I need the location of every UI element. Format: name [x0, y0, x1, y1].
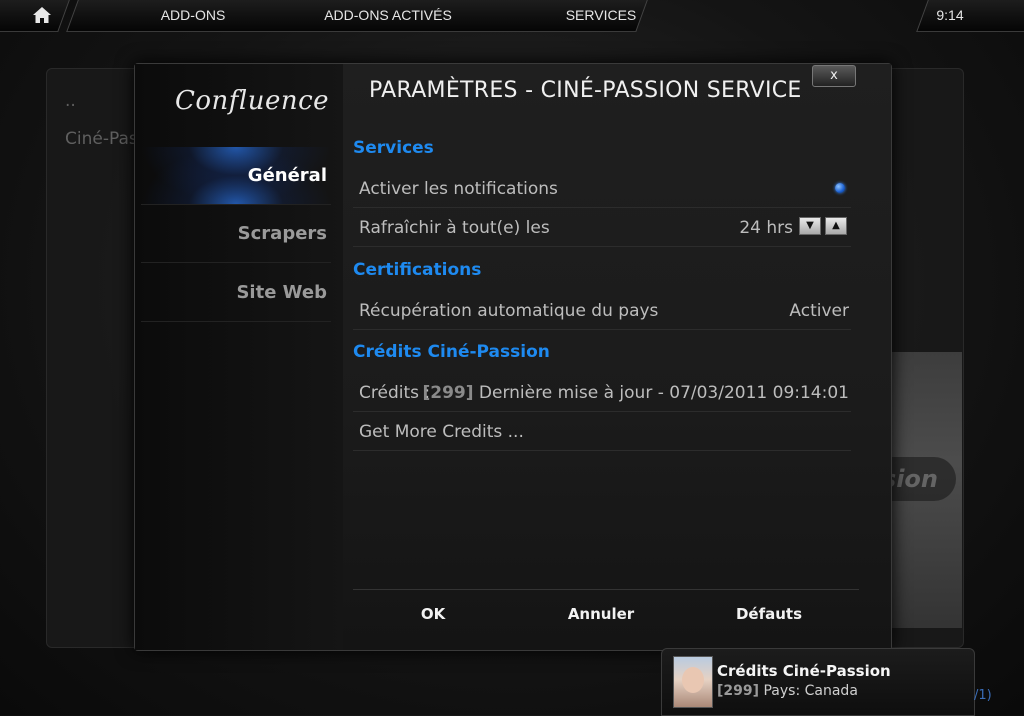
top-bar: ADD-ONS ADD-ONS ACTIVÉS SERVICES 9:14: [0, 0, 1024, 32]
category-scrapers[interactable]: Scrapers: [141, 205, 331, 263]
setting-auto-country-label: Récupération automatique du pays: [359, 301, 659, 321]
radio-on-icon[interactable]: [835, 183, 845, 193]
notification-avatar: [673, 656, 713, 708]
confluence-logo: Confluence: [175, 86, 330, 116]
dialog-title: PARAMÈTRES - CINÉ-PASSION SERVICE: [369, 78, 802, 103]
setting-refresh-label: Rafraîchir à tout(e) les: [359, 218, 550, 238]
setting-credits[interactable]: Crédits : [299] Dernière mise à jour - 0…: [353, 374, 851, 412]
credits-label: Crédits :: [359, 383, 431, 403]
defaults-button[interactable]: Défauts: [694, 605, 844, 629]
setting-refresh[interactable]: Rafraîchir à tout(e) les 24 hrs ▼ ▲: [353, 209, 851, 247]
category-sidebar: Confluence Général Scrapers Site Web: [135, 64, 343, 650]
notification-title: Crédits Ciné-Passion: [717, 662, 891, 680]
setting-more-credits[interactable]: Get More Credits ...: [353, 413, 851, 451]
category-general[interactable]: Général: [141, 147, 331, 205]
cancel-button[interactable]: Annuler: [526, 605, 676, 629]
breadcrumb-addons[interactable]: ADD-ONS: [150, 0, 236, 31]
home-icon[interactable]: [32, 6, 52, 24]
setting-auto-country[interactable]: Récupération automatique du pays Activer: [353, 292, 851, 330]
close-button[interactable]: x: [812, 65, 856, 87]
setting-notifications[interactable]: Activer les notifications: [353, 170, 851, 208]
section-services: Services: [353, 138, 434, 158]
list-item-parent[interactable]: ..: [65, 91, 76, 111]
arrow-up-icon[interactable]: ▲: [825, 217, 847, 235]
notification-country: Pays: Canada: [763, 683, 858, 699]
credits-count: [299]: [422, 383, 474, 403]
more-credits-label: Get More Credits ...: [359, 422, 524, 442]
notification-count: [299]: [717, 683, 760, 699]
settings-dialog: Confluence Général Scrapers Site Web PAR…: [134, 63, 892, 651]
category-site-web[interactable]: Site Web: [141, 264, 331, 322]
notification-body: [299] Pays: Canada: [717, 683, 858, 699]
clock: 9:14: [936, 7, 964, 23]
page-counter: /1): [974, 688, 992, 703]
avatar-face: [682, 667, 704, 693]
breadcrumb-services[interactable]: SERVICES: [556, 0, 646, 31]
notification-toast: Crédits Ciné-Passion [299] Pays: Canada: [661, 648, 975, 716]
setting-refresh-value: 24 hrs: [739, 218, 793, 238]
section-certifications: Certifications: [353, 260, 482, 280]
section-credits: Crédits Ciné-Passion: [353, 342, 550, 362]
setting-auto-country-value: Activer: [789, 301, 849, 321]
credits-last-update: Dernière mise à jour - 07/03/2011 09:14:…: [478, 383, 849, 403]
ok-button[interactable]: OK: [358, 605, 508, 629]
breadcrumb-active-addons[interactable]: ADD-ONS ACTIVÉS: [318, 0, 458, 31]
arrow-down-icon[interactable]: ▼: [799, 217, 821, 235]
credits-info: [299] Dernière mise à jour - 07/03/2011 …: [422, 383, 849, 403]
setting-notifications-label: Activer les notifications: [359, 179, 558, 199]
footer-divider: [353, 589, 859, 590]
refresh-spinner: ▼ ▲: [799, 217, 849, 235]
